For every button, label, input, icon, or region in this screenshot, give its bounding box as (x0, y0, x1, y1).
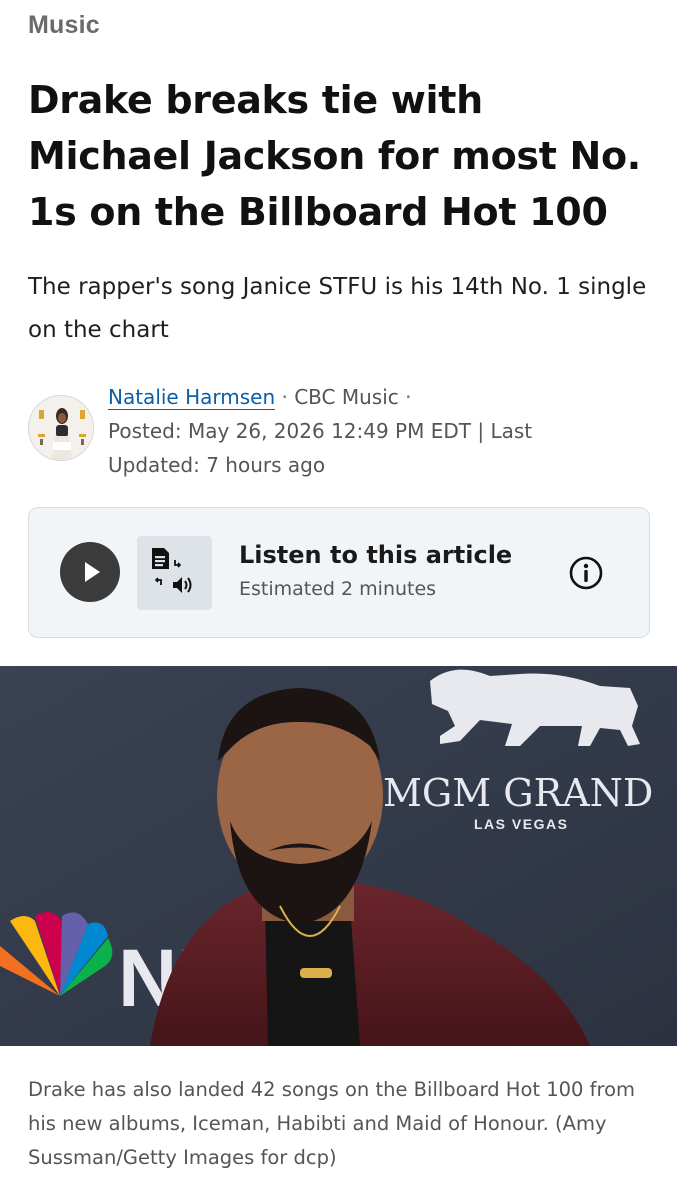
post-timestamp: Posted: May 26, 2026 12:49 PM EDT | Last… (108, 419, 533, 477)
byline-separator: · (281, 385, 288, 409)
article-photo: MGM GRAND LAS VEGAS NB (0, 666, 677, 1046)
backdrop-location-text: LAS VEGAS (474, 816, 568, 832)
listen-title: Listen to this article (239, 541, 513, 569)
text-to-speech-tile (137, 536, 212, 610)
info-button[interactable] (568, 555, 604, 591)
author-link[interactable]: Natalie Harmsen (108, 385, 276, 410)
author-avatar (28, 395, 94, 461)
article-dek: The rapper's song Janice STFU is his 14t… (28, 274, 647, 343)
outlet-name: CBC Music (294, 385, 399, 409)
byline-separator: · (405, 385, 412, 409)
byline-text: Natalie Harmsen · CBC Music · Posted: Ma… (108, 380, 588, 482)
listen-to-article-card[interactable]: Listen to this article Estimated 2 minut… (28, 507, 650, 638)
article-headline: Drake breaks tie with Michael Jackson fo… (28, 78, 641, 234)
byline: Natalie Harmsen · CBC Music · Posted: Ma… (28, 378, 658, 478)
listen-duration: Estimated 2 minutes (239, 578, 437, 600)
play-button[interactable] (60, 542, 120, 602)
info-icon (569, 556, 603, 590)
play-icon (85, 562, 100, 582)
photo-caption: Drake has also landed 42 songs on the Bi… (28, 1078, 636, 1169)
backdrop-brand-text: MGM GRAND (383, 771, 653, 815)
section-label[interactable]: Music (28, 11, 100, 40)
text-to-speech-icon (152, 548, 192, 593)
